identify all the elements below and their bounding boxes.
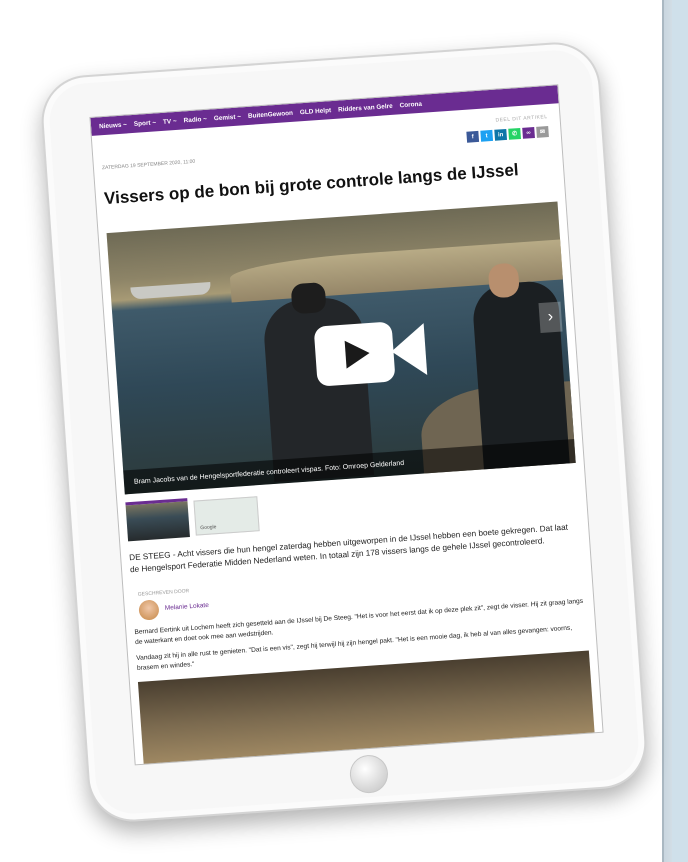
byline-label: GESCHREVEN DOOR: [137, 588, 190, 598]
video-camera-icon[interactable]: [309, 313, 434, 393]
next-slide-button[interactable]: ›: [538, 301, 563, 334]
nav-item[interactable]: GLD Helpt: [300, 107, 332, 116]
home-button[interactable]: [348, 753, 390, 795]
nav-item[interactable]: Radio ~: [183, 115, 207, 124]
thumbnail-video[interactable]: [125, 498, 190, 542]
author-name[interactable]: Melanie Lokate: [165, 602, 209, 612]
nav-item[interactable]: BuitenGewoon: [248, 109, 293, 119]
share-mail-icon[interactable]: ✉: [536, 126, 549, 138]
nav-item[interactable]: Corona: [399, 100, 422, 109]
share-f-icon[interactable]: f: [466, 130, 480, 143]
author-avatar: [138, 599, 160, 621]
nav-item[interactable]: TV ~: [163, 117, 177, 125]
share-link-icon[interactable]: ∞: [522, 126, 535, 139]
article-date: ZATERDAG 19 SEPTEMBER 2020, 11:00: [101, 158, 196, 172]
share-buttons: f t in ✆ ∞ ✉: [466, 126, 549, 143]
person-right-head: [487, 262, 520, 299]
boat: [130, 281, 212, 300]
tablet-frame: Nieuws ~ Sport ~ TV ~ Radio ~ Gemist ~ Buiten…: [38, 39, 650, 825]
share-wa-icon[interactable]: ✆: [508, 127, 521, 140]
tablet-screen: Nieuws ~ Sport ~ TV ~ Radio ~ Gemist ~ Buiten…: [89, 84, 604, 766]
nav-item[interactable]: Nieuws ~: [99, 121, 127, 130]
nav-item[interactable]: Gemist ~: [214, 113, 242, 122]
thumbnail-map[interactable]: Google: [193, 496, 260, 536]
hero-video[interactable]: › Bram Jacobs van de Hengelsportfederati…: [106, 201, 576, 495]
nav-item[interactable]: Ridders van Gelre: [338, 102, 393, 113]
nav-item[interactable]: Sport ~: [134, 119, 157, 128]
top-navigation: Nieuws ~ Sport ~ TV ~ Radio ~ Gemist ~ Buiten…: [90, 85, 559, 136]
person-left-head: [290, 281, 327, 315]
share-t-icon[interactable]: t: [480, 129, 494, 142]
background-device-screen: [672, 0, 688, 862]
map-label: Google: [200, 524, 217, 532]
share-label: DEEL DIT ARTIKEL: [495, 114, 548, 124]
share-in-icon[interactable]: in: [494, 128, 508, 141]
